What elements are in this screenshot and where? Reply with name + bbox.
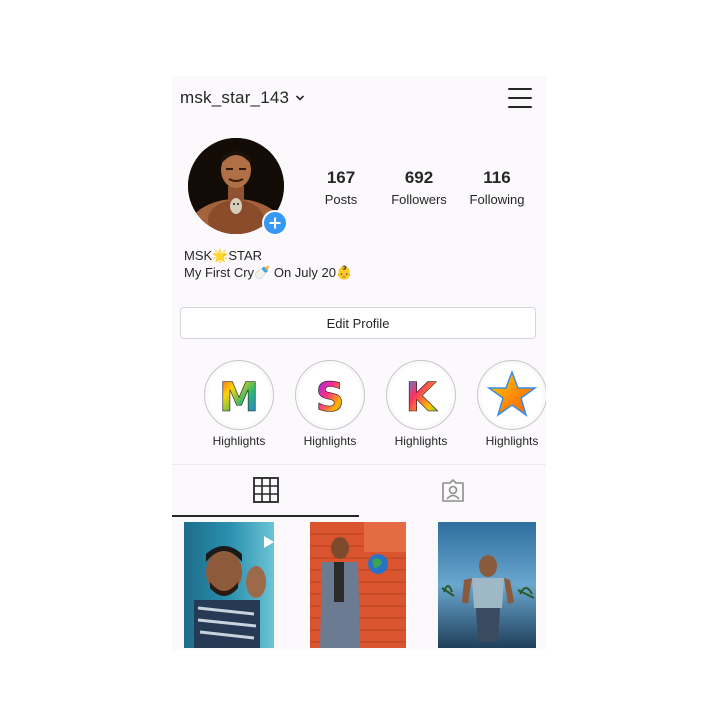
chevron-down-icon — [296, 95, 305, 101]
highlight-ring: M — [204, 360, 274, 430]
highlight-cover — [481, 364, 543, 426]
tab-grid[interactable] — [172, 465, 359, 517]
add-story-button[interactable] — [262, 210, 288, 236]
highlight-label: Highlights — [485, 434, 539, 448]
highlight-ring — [477, 360, 546, 430]
highlight-cover: S — [299, 364, 361, 426]
plus-icon — [269, 217, 281, 229]
highlight-item[interactable]: M Highlights — [194, 360, 284, 448]
highlight-item[interactable]: Highlights — [467, 360, 546, 448]
following-stat[interactable]: 116 Following — [458, 168, 536, 207]
following-label: Following — [469, 192, 525, 207]
story-highlights: M Highlights S Highlights K Highlights H… — [194, 360, 546, 450]
highlight-letter-art: S — [315, 375, 345, 419]
display-name: MSK🌟STAR — [184, 248, 263, 263]
profile-tabs — [172, 465, 546, 517]
svg-text:M: M — [219, 375, 259, 419]
highlight-cover: M — [208, 364, 270, 426]
highlight-label: Highlights — [303, 434, 357, 448]
profile-stats: 167 Posts 692 Followers 116 Following — [302, 168, 536, 207]
profile-avatar-container[interactable] — [188, 138, 288, 236]
grid-icon — [252, 477, 279, 503]
highlight-letter-art: K — [405, 375, 439, 419]
highlight-cover: K — [390, 364, 452, 426]
post-thumbnail[interactable] — [184, 522, 274, 648]
post-thumbnail[interactable] — [310, 522, 406, 648]
star-icon — [486, 369, 538, 417]
hamburger-menu-icon[interactable] — [508, 86, 532, 110]
highlight-item[interactable]: S Highlights — [285, 360, 375, 448]
highlight-ring: K — [386, 360, 456, 430]
edit-profile-button[interactable]: Edit Profile — [180, 307, 536, 339]
following-count: 116 — [483, 168, 511, 187]
top-bar: msk_star_143 — [172, 76, 546, 122]
followers-label: Followers — [391, 192, 447, 207]
posts-stat[interactable]: 167 Posts — [302, 168, 380, 207]
username: msk_star_143 — [180, 88, 290, 107]
followers-stat[interactable]: 692 Followers — [380, 168, 458, 207]
svg-text:K: K — [406, 375, 439, 419]
account-switcher[interactable]: msk_star_143 — [180, 88, 305, 108]
posts-label: Posts — [324, 192, 358, 207]
post-thumbnail[interactable] — [438, 522, 536, 648]
followers-count: 692 — [404, 168, 434, 187]
bio-text: My First Cry🍼 On July 20👶 — [184, 265, 353, 280]
posts-grid — [184, 522, 536, 650]
tagged-icon — [441, 479, 464, 502]
svg-text:S: S — [316, 375, 345, 419]
posts-count: 167 — [326, 168, 356, 187]
highlight-item[interactable]: K Highlights — [376, 360, 466, 448]
tab-tagged[interactable] — [359, 465, 546, 517]
highlight-letter-art: M — [219, 375, 259, 419]
highlight-ring: S — [295, 360, 365, 430]
highlight-label: Highlights — [212, 434, 266, 448]
profile-screen: msk_star_143 167 Posts 692 Followers 116… — [172, 76, 546, 650]
highlight-label: Highlights — [394, 434, 448, 448]
